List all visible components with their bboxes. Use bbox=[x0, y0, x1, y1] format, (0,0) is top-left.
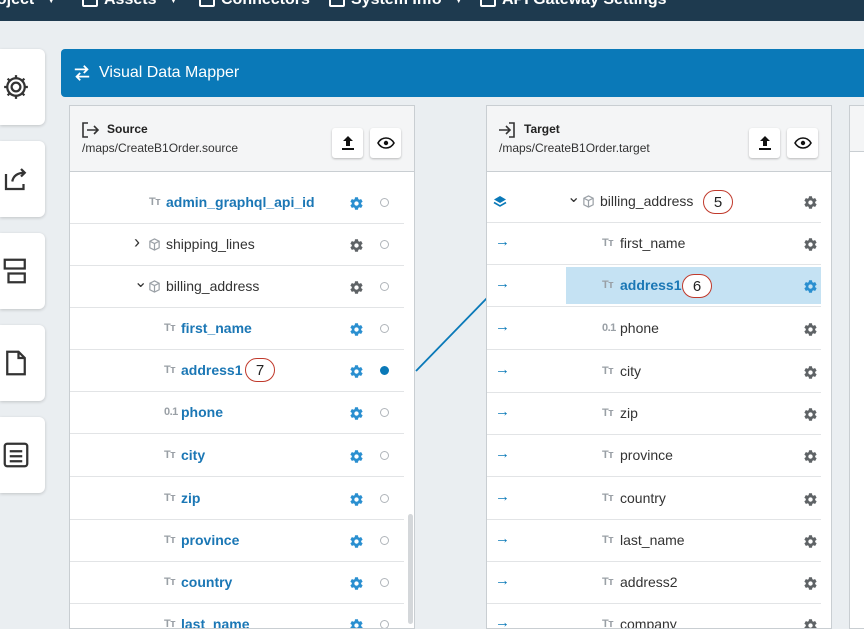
gear-icon[interactable] bbox=[803, 618, 818, 628]
target-row-company[interactable]: → Tт company bbox=[487, 604, 821, 629]
gear-icon[interactable] bbox=[803, 449, 818, 469]
target-row-city[interactable]: → Tт city bbox=[487, 351, 821, 393]
text-type-icon: Tт bbox=[602, 237, 614, 249]
field-label: zip bbox=[620, 405, 638, 421]
target-row-address1[interactable]: → Tт address1 bbox=[487, 265, 821, 307]
arrow-right-icon: → bbox=[495, 445, 510, 462]
layers-icon bbox=[493, 196, 507, 207]
row-divider bbox=[487, 349, 821, 350]
text-type-icon: Tт bbox=[602, 492, 614, 504]
field-label: phone bbox=[620, 320, 659, 336]
object-icon bbox=[582, 195, 595, 213]
arrow-right-icon: → bbox=[495, 361, 510, 378]
right-panel-edge bbox=[849, 105, 864, 629]
preview-button[interactable] bbox=[787, 128, 818, 158]
arrow-right-icon: → bbox=[495, 318, 510, 335]
row-divider bbox=[487, 476, 821, 477]
arrow-right-icon: → bbox=[495, 530, 510, 547]
target-row-phone[interactable]: → 0.1 phone bbox=[487, 308, 821, 350]
row-divider bbox=[487, 306, 821, 307]
field-label: billing_address bbox=[600, 193, 694, 209]
field-label: address1 bbox=[620, 277, 682, 293]
step-callout: 5 bbox=[703, 190, 733, 214]
target-panel-header: Target /maps/CreateB1Order.target bbox=[487, 106, 831, 172]
text-type-icon: Tт bbox=[602, 576, 614, 588]
step-callout: 6 bbox=[682, 274, 712, 298]
target-row-country[interactable]: → Tт country bbox=[487, 478, 821, 520]
text-type-icon: Tт bbox=[602, 534, 614, 546]
arrow-right-icon: → bbox=[495, 488, 510, 505]
target-path: /maps/CreateB1Order.target bbox=[499, 141, 650, 155]
right-panel-header bbox=[850, 106, 864, 152]
field-label: company bbox=[620, 616, 677, 629]
arrow-right-icon: → bbox=[495, 572, 510, 589]
arrow-right-icon: → bbox=[495, 403, 510, 420]
target-title: Target bbox=[524, 122, 560, 136]
field-label: first_name bbox=[620, 235, 686, 251]
target-row-province[interactable]: → Tт province bbox=[487, 435, 821, 477]
gear-icon[interactable] bbox=[803, 576, 818, 596]
field-label: city bbox=[620, 363, 641, 379]
arrow-right-icon: → bbox=[495, 275, 510, 292]
arrow-right-icon: → bbox=[495, 233, 510, 250]
field-label: province bbox=[620, 447, 673, 463]
field-label: last_name bbox=[620, 532, 685, 548]
text-type-icon: Tт bbox=[602, 618, 614, 629]
login-arrow-icon bbox=[499, 122, 515, 138]
eye-icon bbox=[793, 137, 812, 149]
upload-button[interactable] bbox=[749, 128, 780, 158]
mapping-line bbox=[415, 297, 488, 372]
gear-icon[interactable] bbox=[803, 322, 818, 342]
upload-icon bbox=[758, 136, 771, 150]
gear-icon[interactable] bbox=[803, 195, 818, 215]
gear-icon[interactable] bbox=[803, 534, 818, 554]
gear-icon[interactable] bbox=[803, 365, 818, 385]
text-type-icon: Tт bbox=[602, 279, 614, 291]
target-row-first-name[interactable]: → Tт first_name bbox=[487, 223, 821, 265]
text-type-icon: Tт bbox=[602, 365, 614, 377]
text-type-icon: Tт bbox=[602, 449, 614, 461]
chevron-down-icon[interactable]: ⌄ bbox=[567, 187, 580, 207]
gear-icon[interactable] bbox=[803, 279, 818, 299]
target-row-zip[interactable]: → Tт zip bbox=[487, 393, 821, 435]
text-type-icon: Tт bbox=[602, 407, 614, 419]
target-row-last-name[interactable]: → Tт last_name bbox=[487, 520, 821, 562]
gear-icon[interactable] bbox=[803, 407, 818, 427]
target-row-billing-address[interactable]: ⌄ billing_address bbox=[487, 181, 821, 223]
target-row-address2[interactable]: → Tт address2 bbox=[487, 562, 821, 604]
field-label: address2 bbox=[620, 574, 678, 590]
gear-icon[interactable] bbox=[803, 237, 818, 257]
field-label: country bbox=[620, 490, 666, 506]
target-panel: Target /maps/CreateB1Order.target ⌄ billi… bbox=[486, 105, 832, 629]
gear-icon[interactable] bbox=[803, 492, 818, 512]
number-type-icon: 0.1 bbox=[602, 322, 616, 334]
arrow-right-icon: → bbox=[495, 614, 510, 629]
